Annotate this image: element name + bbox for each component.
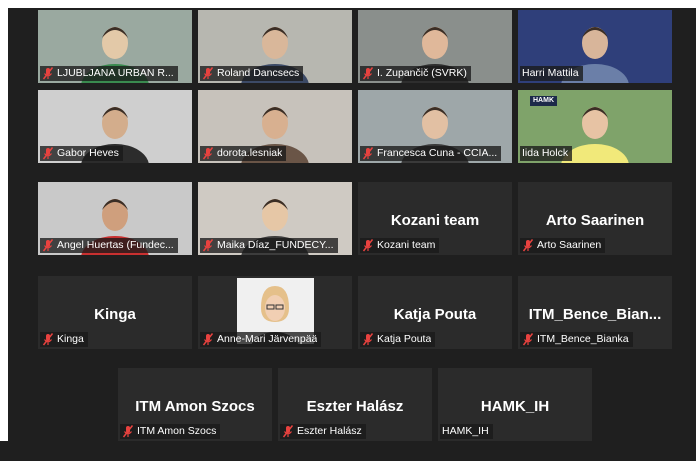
mic-off-icon <box>522 239 534 252</box>
participant-tile[interactable]: Gabor Heves <box>38 90 192 163</box>
participant-display-name: Eszter Halász <box>306 398 404 415</box>
participant-name: Gabor Heves <box>57 147 119 159</box>
participant-tile[interactable]: HAMK Iida Holck <box>518 90 672 163</box>
participant-name-label: I. Zupančič (SVRK) <box>360 66 471 81</box>
participant-name: Roland Dancsecs <box>217 67 300 79</box>
hamk-logo: HAMK <box>530 96 557 106</box>
participant-name-label: Kozani team <box>360 238 440 253</box>
participant-name: Eszter Halász <box>297 425 362 437</box>
participant-tile[interactable]: ITM Amon Szocs ITM Amon Szocs <box>118 368 272 441</box>
participant-tile[interactable]: Eszter Halász Eszter Halász <box>278 368 432 441</box>
participant-display-name: Arto Saarinen <box>545 212 645 229</box>
participant-tile[interactable]: Kinga Kinga <box>38 276 192 349</box>
participant-name-label: Maika Díaz_FUNDECY... <box>200 238 338 253</box>
participant-tile[interactable]: Angel Huertas (Fundec... <box>38 182 192 255</box>
participant-name: Kinga <box>57 333 84 345</box>
participant-name-label: LJUBLJANA URBAN R... <box>40 66 178 81</box>
participant-name: Harri Mattila <box>522 67 579 79</box>
window-edge <box>0 441 8 461</box>
participant-display-name: HAMK_IH <box>480 398 550 415</box>
participant-name: dorota.lesniak <box>217 147 283 159</box>
participant-name-label: dorota.lesniak <box>200 146 287 161</box>
mic-off-icon <box>202 239 214 252</box>
participant-name-label: Harri Mattila <box>520 66 583 81</box>
participant-tile[interactable]: Roland Dancsecs <box>198 10 352 83</box>
participant-name: I. Zupančič (SVRK) <box>377 67 467 79</box>
mic-off-icon <box>202 147 214 160</box>
participant-name-label: Angel Huertas (Fundec... <box>40 238 178 253</box>
participant-display-name: Katja Pouta <box>393 306 477 323</box>
participant-name: HAMK_IH <box>442 425 489 437</box>
participant-tile[interactable]: HAMK_IH HAMK_IH <box>438 368 592 441</box>
participant-name: Francesca Cuna - CCIA... <box>377 147 498 159</box>
mic-off-icon <box>122 425 134 438</box>
participant-tile[interactable]: Maika Díaz_FUNDECY... <box>198 182 352 255</box>
participant-name-label: ITM_Bence_Bianka <box>520 332 633 347</box>
participant-name: Iida Holck <box>522 147 569 159</box>
mic-off-icon <box>522 333 534 346</box>
mic-off-icon <box>362 239 374 252</box>
participant-display-name: Kinga <box>94 306 136 323</box>
participant-tile[interactable]: Arto Saarinen Arto Saarinen <box>518 182 672 255</box>
participant-tile[interactable]: Katja Pouta Katja Pouta <box>358 276 512 349</box>
video-grid: LJUBLJANA URBAN R... Roland Dancsecs I. Zu… <box>8 8 696 461</box>
participant-tile[interactable]: Kozani team Kozani team <box>358 182 512 255</box>
participant-name: Angel Huertas (Fundec... <box>57 239 174 251</box>
mic-off-icon <box>42 333 54 346</box>
participant-tile[interactable]: Anne-Mari Järvenpää <box>198 276 352 349</box>
mic-off-icon <box>202 333 214 346</box>
participant-tile[interactable]: LJUBLJANA URBAN R... <box>38 10 192 83</box>
participant-name-label: Roland Dancsecs <box>200 66 304 81</box>
participant-name-label: Anne-Mari Järvenpää <box>200 332 322 347</box>
participant-name-label: Arto Saarinen <box>520 238 606 253</box>
participant-name-label: Katja Pouta <box>360 332 436 347</box>
participant-name: Anne-Mari Järvenpää <box>217 333 318 345</box>
participant-name-label: HAMK_IH <box>440 424 493 439</box>
participant-name-label: Eszter Halász <box>280 424 366 439</box>
mic-off-icon <box>42 239 54 252</box>
mic-off-icon <box>362 67 374 80</box>
mic-off-icon <box>282 425 294 438</box>
participant-name-label: Gabor Heves <box>40 146 123 161</box>
participant-tile[interactable]: dorota.lesniak <box>198 90 352 163</box>
mic-off-icon <box>42 67 54 80</box>
participant-name: Kozani team <box>377 239 436 251</box>
participant-name: Arto Saarinen <box>537 239 602 251</box>
participant-name: Katja Pouta <box>377 333 432 345</box>
participant-display-name: ITM Amon Szocs <box>135 398 255 415</box>
mic-off-icon <box>362 147 374 160</box>
participant-display-name: ITM_Bence_Bian... <box>528 306 662 323</box>
participant-tile[interactable]: ITM_Bence_Bian... ITM_Bence_Bianka <box>518 276 672 349</box>
participant-tile[interactable]: Francesca Cuna - CCIA... <box>358 90 512 163</box>
participant-name-label: ITM Amon Szocs <box>120 424 221 439</box>
participant-name: LJUBLJANA URBAN R... <box>57 67 174 79</box>
participant-display-name: Kozani team <box>390 212 480 229</box>
mic-off-icon <box>42 147 54 160</box>
participant-name: ITM_Bence_Bianka <box>537 333 629 345</box>
mic-off-icon <box>362 333 374 346</box>
participant-name: Maika Díaz_FUNDECY... <box>217 239 334 251</box>
participant-tile[interactable]: Harri Mattila <box>518 10 672 83</box>
participant-name-label: Iida Holck <box>520 146 573 161</box>
participant-tile[interactable]: I. Zupančič (SVRK) <box>358 10 512 83</box>
participant-name: ITM Amon Szocs <box>137 425 217 437</box>
participant-name-label: Kinga <box>40 332 88 347</box>
mic-off-icon <box>202 67 214 80</box>
participant-name-label: Francesca Cuna - CCIA... <box>360 146 502 161</box>
